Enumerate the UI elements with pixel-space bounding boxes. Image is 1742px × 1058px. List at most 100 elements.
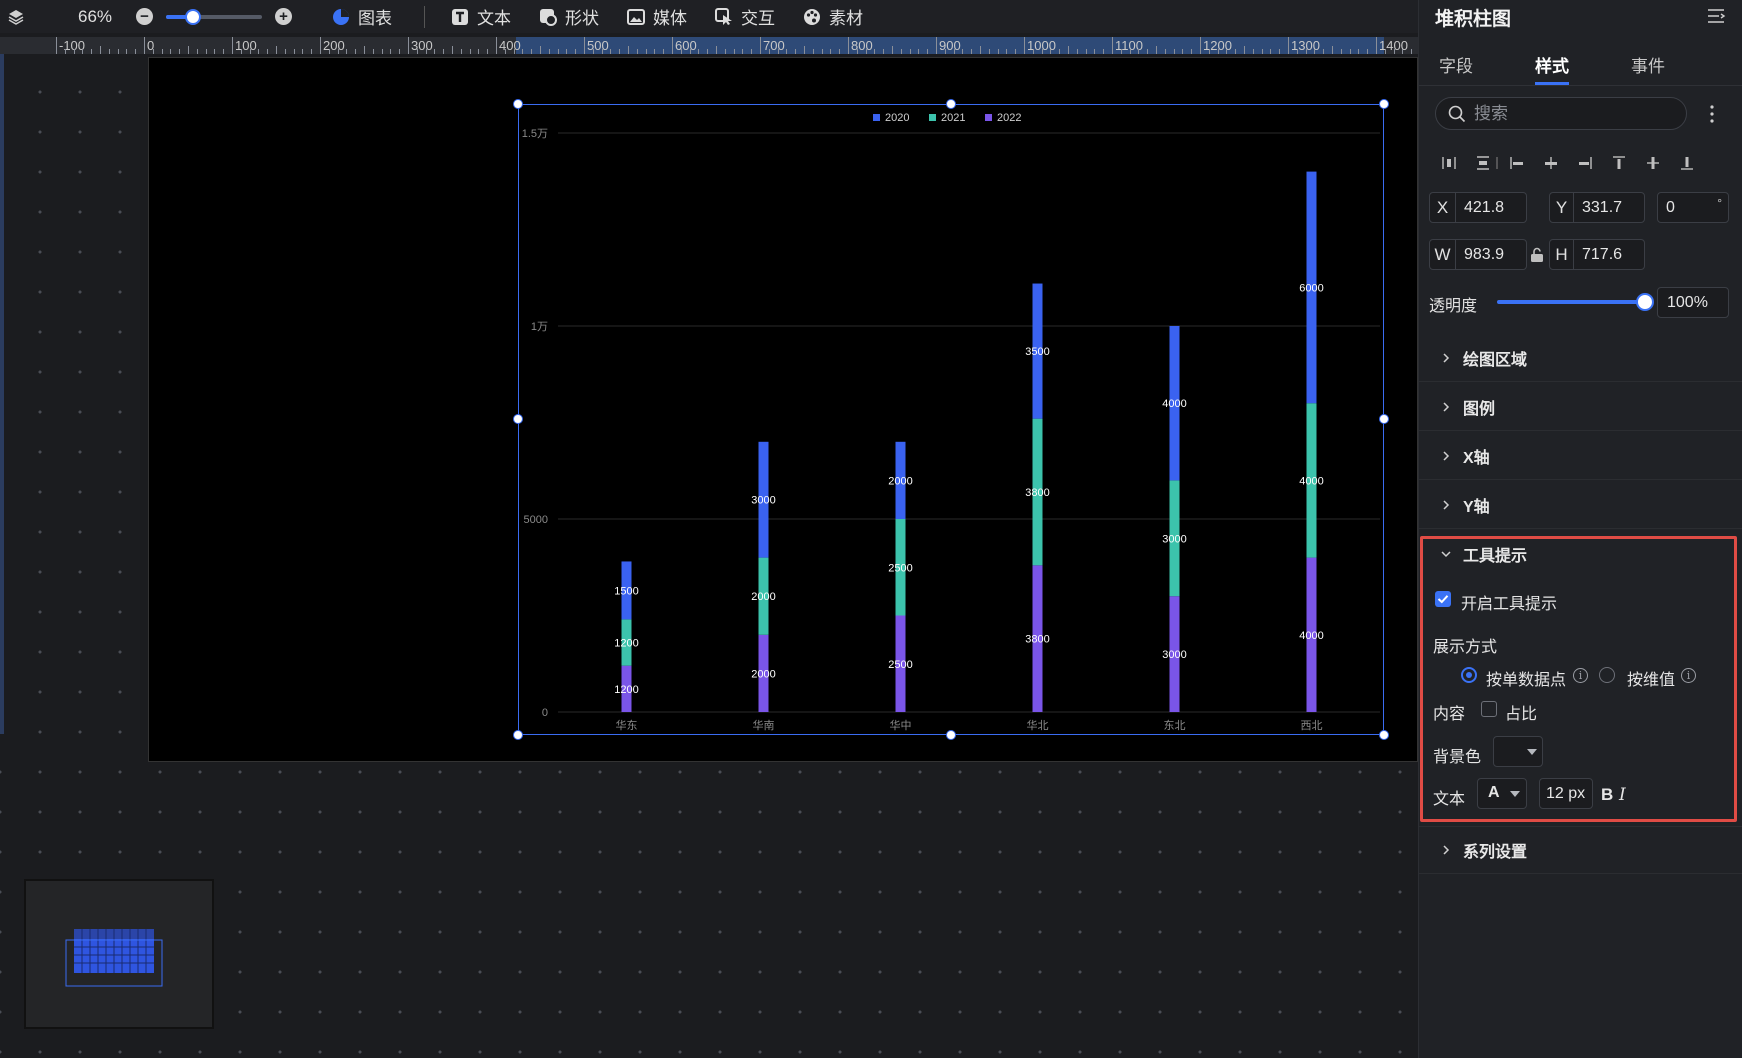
tab-style[interactable]: 样式 xyxy=(1535,52,1569,77)
section-plot-area[interactable]: 绘图区域 xyxy=(1419,334,1742,382)
width-input[interactable] xyxy=(1456,245,1526,264)
align-center-horizontal-icon[interactable] xyxy=(1543,155,1559,171)
chevron-right-icon xyxy=(1443,401,1450,412)
zoom-level: 66% xyxy=(78,6,113,26)
degree-unit: ° xyxy=(1717,196,1722,210)
ruler-label: 100 xyxy=(235,38,257,53)
ruler-label: -100 xyxy=(59,38,86,53)
tool-assets-label: 素材 xyxy=(829,9,863,28)
rotation-input[interactable] xyxy=(1658,198,1708,217)
data-label: 6000 xyxy=(1299,282,1323,294)
opacity-slider[interactable] xyxy=(1497,300,1645,304)
ruler-minor-tick xyxy=(892,46,893,54)
y-input[interactable] xyxy=(1574,198,1644,217)
align-bottom-icon[interactable] xyxy=(1679,155,1695,171)
rotation-field[interactable]: ° xyxy=(1657,192,1729,223)
resize-handle-bottom-right[interactable] xyxy=(1379,730,1389,740)
height-input[interactable] xyxy=(1574,245,1644,264)
lock-ratio-icon[interactable] xyxy=(1530,247,1544,263)
align-left-icon[interactable] xyxy=(1509,155,1525,171)
x-tick-label: 西北 xyxy=(1301,719,1323,732)
section-series[interactable]: 系列设置 xyxy=(1419,826,1742,874)
tool-interaction[interactable]: 交互 xyxy=(715,4,775,29)
ruler-label: 500 xyxy=(587,38,609,53)
data-label: 3800 xyxy=(1025,487,1049,499)
align-right-icon[interactable] xyxy=(1577,155,1593,171)
text-icon xyxy=(452,8,468,25)
tool-shape-label: 形状 xyxy=(565,9,599,28)
ruler-minor-tick xyxy=(1244,46,1245,54)
width-field[interactable]: W xyxy=(1429,239,1527,270)
ruler-minor-tick xyxy=(1332,46,1333,54)
tool-media[interactable]: 媒体 xyxy=(627,4,687,29)
ruler-minor-tick xyxy=(1068,46,1069,54)
distribute-vertical-icon[interactable] xyxy=(1475,155,1491,171)
y-field[interactable]: Y xyxy=(1549,192,1645,223)
data-label: 3800 xyxy=(1025,634,1049,646)
opacity-slider-knob[interactable] xyxy=(1636,293,1654,311)
toolbar-divider xyxy=(424,5,425,28)
resize-handle-right[interactable] xyxy=(1379,414,1389,424)
tab-fields[interactable]: 字段 xyxy=(1439,52,1473,77)
minimap[interactable] xyxy=(24,879,214,1029)
y-tick-label: 1万 xyxy=(531,321,548,333)
tool-assets[interactable]: 素材 xyxy=(803,4,863,29)
resize-handle-bottom-left[interactable] xyxy=(513,730,523,740)
tool-media-label: 媒体 xyxy=(653,9,687,28)
x-tick-label: 华北 xyxy=(1027,718,1049,732)
tool-chart[interactable]: 图表 xyxy=(332,4,392,29)
section-title: 系列设置 xyxy=(1463,844,1528,861)
legend-swatch xyxy=(985,114,992,121)
legend-label: 2022 xyxy=(997,112,1021,124)
section-legend[interactable]: 图例 xyxy=(1419,383,1742,431)
distribute-horizontal-icon[interactable] xyxy=(1441,155,1457,171)
align-center-vertical-icon[interactable] xyxy=(1645,155,1661,171)
resize-handle-top-left[interactable] xyxy=(513,99,523,109)
chevron-right-icon xyxy=(1443,352,1450,363)
resize-handle-bottom[interactable] xyxy=(946,730,956,740)
align-divider xyxy=(1496,157,1498,169)
section-y-axis[interactable]: Y轴 xyxy=(1419,481,1742,529)
y-label: Y xyxy=(1550,193,1574,222)
search-box[interactable] xyxy=(1435,97,1687,130)
data-label: 4000 xyxy=(1162,398,1186,410)
more-options-icon[interactable] xyxy=(1709,104,1715,124)
tab-events[interactable]: 事件 xyxy=(1631,52,1665,77)
horizontal-ruler[interactable]: -100 0 100 200 300 400 500 600 700 800 900 1000 1100… xyxy=(0,37,1418,54)
x-tick-label: 华东 xyxy=(616,718,638,732)
ruler-label: 200 xyxy=(323,38,345,53)
panel-collapse-icon[interactable] xyxy=(1706,6,1726,26)
x-label: X xyxy=(1430,193,1456,222)
data-label: 2500 xyxy=(888,659,912,671)
resize-handle-top[interactable] xyxy=(946,99,956,109)
ruler-label: 700 xyxy=(763,38,785,53)
search-icon xyxy=(1448,105,1466,122)
x-field[interactable]: X xyxy=(1429,192,1527,223)
height-field[interactable]: H xyxy=(1549,239,1645,270)
ruler-label: 300 xyxy=(411,38,433,53)
resize-handle-top-right[interactable] xyxy=(1379,99,1389,109)
x-input[interactable] xyxy=(1456,198,1526,217)
stacked-bar-chart[interactable]: 0 5000 1万 1.5万 2020 2021 2022 1200 1200 1500 华东 200… xyxy=(518,104,1384,735)
zoom-out-icon[interactable]: − xyxy=(136,8,153,25)
zoom-in-icon[interactable]: + xyxy=(275,8,292,25)
opacity-label: 透明度 xyxy=(1429,298,1478,315)
zoom-slider[interactable] xyxy=(166,8,262,25)
section-x-axis[interactable]: X轴 xyxy=(1419,432,1742,480)
section-title: Y轴 xyxy=(1463,498,1490,516)
layers-icon[interactable] xyxy=(0,0,32,33)
search-input[interactable] xyxy=(1474,103,1674,124)
tool-text[interactable]: 文本 xyxy=(451,4,511,29)
x-tick-label: 东北 xyxy=(1164,719,1186,732)
resize-handle-left[interactable] xyxy=(513,414,523,424)
tool-shape[interactable]: 形状 xyxy=(539,4,599,29)
h-label: H xyxy=(1550,240,1574,269)
align-top-icon[interactable] xyxy=(1611,155,1627,171)
data-label: 1200 xyxy=(614,684,638,696)
image-icon xyxy=(627,8,645,25)
data-label: 2500 xyxy=(888,562,912,574)
data-label: 3000 xyxy=(751,495,775,507)
tool-chart-label: 图表 xyxy=(358,9,392,28)
legend-swatch xyxy=(929,114,936,121)
opacity-input[interactable]: 100% xyxy=(1657,287,1729,318)
